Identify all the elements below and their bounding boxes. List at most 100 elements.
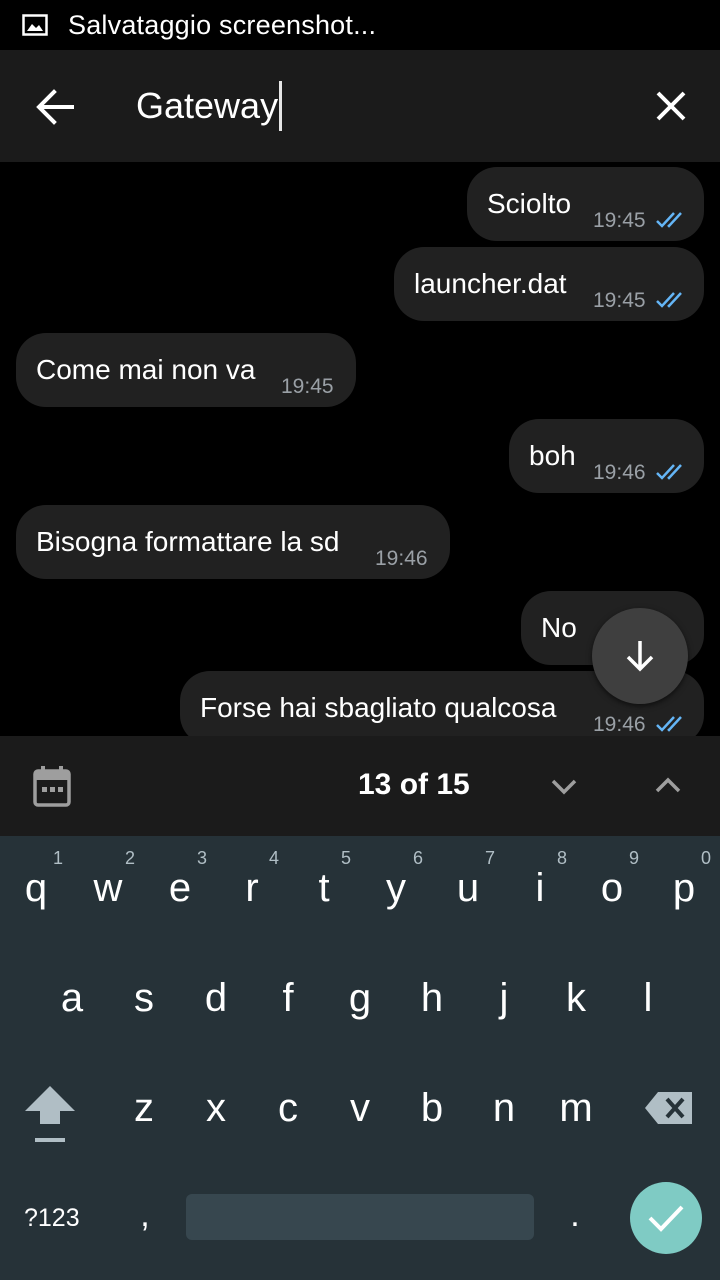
key-e[interactable]: 3 e xyxy=(144,836,216,936)
scroll-down-button[interactable] xyxy=(592,608,688,704)
search-query: Gateway xyxy=(136,85,279,126)
key-s[interactable]: s xyxy=(108,948,180,1048)
key-y[interactable]: 6 y xyxy=(360,836,432,936)
key-r[interactable]: 4 r xyxy=(216,836,288,936)
key-v[interactable]: v xyxy=(324,1058,396,1158)
shift-key[interactable] xyxy=(8,1058,92,1158)
key-label: u xyxy=(456,866,480,910)
key-label: f xyxy=(282,976,294,1020)
close-icon[interactable] xyxy=(654,89,688,123)
key-g[interactable]: g xyxy=(324,948,396,1048)
key-label: b xyxy=(420,1086,444,1130)
key-label: o xyxy=(600,866,624,910)
image-icon xyxy=(22,14,48,36)
message-text: No xyxy=(541,612,577,643)
key-label: v xyxy=(350,1086,370,1130)
key-l[interactable]: l xyxy=(612,948,684,1048)
status-text: Salvataggio screenshot... xyxy=(68,9,377,40)
key-label: a xyxy=(60,976,84,1020)
double-check-icon xyxy=(656,292,682,308)
key-label: t xyxy=(318,866,330,910)
message-time: 19:45 xyxy=(281,375,334,398)
key-label: j xyxy=(499,976,509,1020)
key-i[interactable]: 8 i xyxy=(504,836,576,936)
chevron-up-icon[interactable] xyxy=(652,770,684,802)
message-bubble-incoming[interactable]: Come mai non va 19:45 xyxy=(16,333,356,407)
key-label: l xyxy=(643,976,653,1020)
message-text: launcher.dat xyxy=(414,268,567,299)
chevron-down-icon[interactable] xyxy=(548,770,580,802)
key-x[interactable]: x xyxy=(180,1058,252,1158)
message-text: Bisogna formattare la sd xyxy=(36,526,340,557)
calendar-icon[interactable] xyxy=(32,764,72,808)
message-time: 19:46 xyxy=(375,547,428,570)
key-label: c xyxy=(278,1086,298,1130)
key-label: i xyxy=(535,866,545,910)
check-icon xyxy=(648,1205,684,1232)
key-n[interactable]: n xyxy=(468,1058,540,1158)
screen: Salvataggio screenshot... Gateway Sciolt… xyxy=(0,0,720,1280)
key-label: y xyxy=(386,866,406,910)
message-time: 19:45 xyxy=(593,209,646,232)
key-f[interactable]: f xyxy=(252,948,324,1048)
message-bubble-outgoing[interactable]: Sciolto 19:45 xyxy=(467,167,704,241)
key-o[interactable]: 9 o xyxy=(576,836,648,936)
message-bubble-outgoing[interactable]: boh 19:46 xyxy=(509,419,704,493)
key-label: m xyxy=(559,1086,593,1130)
key-t[interactable]: 5 t xyxy=(288,836,360,936)
search-input[interactable]: Gateway xyxy=(136,80,283,132)
key-q[interactable]: 1 q xyxy=(0,836,72,936)
backspace-key[interactable] xyxy=(630,1058,708,1158)
back-arrow-icon[interactable] xyxy=(34,86,76,128)
key-z[interactable]: z xyxy=(108,1058,180,1158)
double-check-icon xyxy=(656,464,682,480)
key-p[interactable]: 0 p xyxy=(648,836,720,936)
message-text: Sciolto xyxy=(487,188,572,219)
search-bar: Gateway xyxy=(0,50,720,162)
symbols-key[interactable]: ?123 xyxy=(10,1182,100,1254)
search-navigation-bar: 13 of 15 xyxy=(0,736,720,836)
key-a[interactable]: a xyxy=(36,948,108,1048)
key-label: k xyxy=(566,976,586,1020)
search-result-counter: 13 of 15 xyxy=(358,768,470,801)
shift-icon xyxy=(25,1086,75,1142)
enter-button[interactable] xyxy=(630,1182,702,1254)
key-label: q xyxy=(24,866,48,910)
key-u[interactable]: 7 u xyxy=(432,836,504,936)
key-label: e xyxy=(168,866,192,910)
message-text: Forse hai sbagliato qualcosa xyxy=(200,692,557,723)
text-caret xyxy=(279,81,283,131)
message-bubble-outgoing[interactable]: launcher.dat 19:45 xyxy=(394,247,704,321)
message-list: Sciolto 19:45 launcher.dat 19:45 Come ma… xyxy=(0,162,720,736)
key-j[interactable]: j xyxy=(468,948,540,1048)
key-label: g xyxy=(348,976,372,1020)
key-label: d xyxy=(204,976,228,1020)
key-b[interactable]: b xyxy=(396,1058,468,1158)
comma-key[interactable]: , xyxy=(110,1182,180,1254)
status-bar: Salvataggio screenshot... xyxy=(0,0,720,50)
message-text: boh xyxy=(529,440,576,471)
period-key[interactable]: . xyxy=(540,1182,610,1254)
key-label: z xyxy=(134,1086,154,1130)
message-time: 19:46 xyxy=(593,461,646,484)
key-label: . xyxy=(570,1196,580,1234)
key-d[interactable]: d xyxy=(180,948,252,1048)
key-label: n xyxy=(492,1086,516,1130)
message-time: 19:45 xyxy=(593,289,646,312)
key-m[interactable]: m xyxy=(540,1058,612,1158)
key-label: h xyxy=(420,976,444,1020)
key-w[interactable]: 2 w xyxy=(72,836,144,936)
message-bubble-incoming[interactable]: Bisogna formattare la sd 19:46 xyxy=(16,505,450,579)
message-text: Come mai non va xyxy=(36,354,256,385)
key-h[interactable]: h xyxy=(396,948,468,1048)
key-label: x xyxy=(206,1086,226,1130)
key-k[interactable]: k xyxy=(540,948,612,1048)
key-label: p xyxy=(672,866,696,910)
arrow-down-icon xyxy=(626,641,654,672)
key-label: , xyxy=(140,1196,150,1234)
backspace-icon xyxy=(645,1092,692,1124)
key-c[interactable]: c xyxy=(252,1058,324,1158)
space-bar[interactable] xyxy=(186,1194,534,1240)
message-time: 19:46 xyxy=(593,713,646,736)
keyboard: 1 q 2 w 3 e 4 r 5 t 6 y 7 u 8 i 9 o 0 p … xyxy=(0,836,720,1280)
